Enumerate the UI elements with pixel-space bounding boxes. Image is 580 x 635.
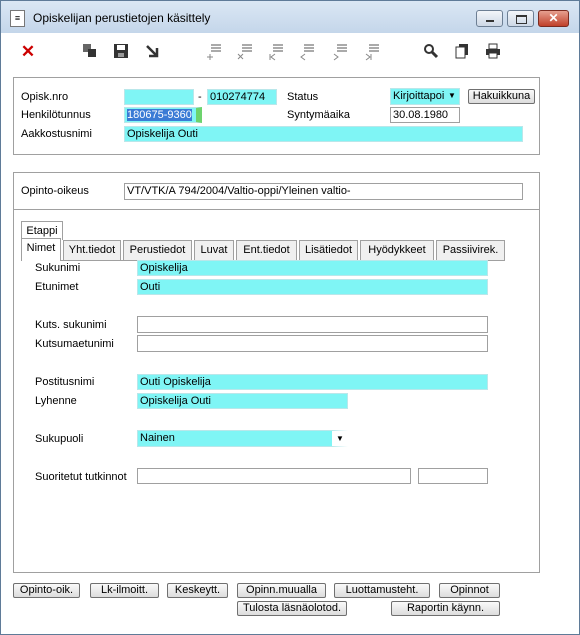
opisk-nro-dash: - — [198, 91, 202, 103]
aakkostusnimi-label: Aakkostusnimi — [21, 128, 92, 140]
save-icon[interactable] — [112, 43, 130, 61]
print-icon[interactable] — [484, 43, 502, 61]
tab-luvat[interactable]: Luvat — [194, 240, 234, 260]
sukupuoli-select[interactable]: Nainen — [137, 430, 348, 447]
suoritetut-tutkinnot-extra-field[interactable] — [418, 468, 488, 484]
title-bar: ≡ Opiskelijan perustietojen käsittely ✕ — [1, 1, 579, 33]
suoritetut-tutkinnot-field[interactable] — [137, 468, 411, 484]
kutsumaetunimi-label: Kutsumaetunimi — [35, 338, 114, 350]
tab-perustiedot[interactable]: Perustiedot — [123, 240, 192, 260]
etunimet-label: Etunimet — [35, 281, 79, 293]
window-title: Opiskelijan perustietojen käsittely — [33, 11, 211, 25]
henkilotunnus-value: 180675-9360 — [127, 109, 192, 121]
lk-ilmoitt-button[interactable]: Lk-ilmoitt. — [90, 583, 159, 598]
status-value: Kirjoittapoi — [393, 90, 445, 102]
previous-record-icon[interactable] — [298, 43, 316, 61]
opisk-nro-label: Opisk.nro — [21, 91, 69, 103]
next-record-icon[interactable] — [331, 43, 349, 61]
etunimet-field[interactable]: Outi — [137, 279, 488, 295]
close-icon: ✕ — [548, 11, 559, 25]
exit-icon[interactable] — [143, 43, 161, 61]
insert-row-icon[interactable] — [205, 43, 223, 61]
kutsumaetunimi-field[interactable] — [137, 335, 488, 352]
opinto-oikeus-field[interactable]: VT/VTK/A 794/2004/Valtio-oppi/Yleinen va… — [124, 183, 523, 200]
first-record-icon[interactable] — [267, 43, 285, 61]
sukupuoli-value: Nainen — [140, 432, 175, 444]
status-select[interactable]: Kirjoittapoi ▼ — [390, 88, 460, 105]
tab-yht-tiedot[interactable]: Yht.tiedot — [63, 240, 121, 260]
syntymaaika-field[interactable]: 30.08.1980 — [390, 107, 460, 123]
copy-record-icon[interactable] — [81, 43, 99, 61]
tab-hyodykkeet[interactable]: Hyödykkeet — [360, 240, 434, 260]
opinto-oikeus-label: Opinto-oikeus — [21, 185, 89, 197]
cancel-icon[interactable]: ✕ — [19, 43, 37, 61]
opinnot-button[interactable]: Opinnot — [439, 583, 500, 598]
opisk-nro-field[interactable] — [124, 89, 194, 105]
chevron-down-icon: ▼ — [448, 91, 456, 100]
opinn-muualla-button[interactable]: Opinn.muualla — [237, 583, 326, 598]
syntymaaika-label: Syntymäaika — [287, 109, 350, 121]
henkilotunnus-label: Henkilötunnus — [21, 109, 91, 121]
postitusnimi-label: Postitusnimi — [35, 376, 95, 388]
postitusnimi-field[interactable]: Outi Opiskelija — [137, 374, 488, 390]
maximize-button[interactable] — [507, 10, 534, 27]
document-copy-icon[interactable] — [453, 43, 471, 61]
tab-lisatiedot[interactable]: Lisätiedot — [299, 240, 358, 260]
suoritetut-tutkinnot-label: Suoritetut tutkinnot — [35, 471, 127, 483]
document-icon: ≡ — [10, 10, 25, 27]
sukunimi-field[interactable]: Opiskelija — [137, 260, 488, 276]
henkilotunnus-field[interactable]: 180675-9360 — [124, 107, 202, 123]
toolbar: ✕ — [1, 33, 579, 69]
opisk-nro-suffix-field[interactable]: 010274774 — [207, 89, 277, 105]
sukunimi-label: Sukunimi — [35, 262, 81, 274]
minimize-button[interactable] — [476, 10, 503, 27]
lyhenne-field[interactable]: Opiskelija Outi — [137, 393, 348, 409]
luottamusteht-button[interactable]: Luottamusteht. — [334, 583, 430, 598]
opinto-oik-button[interactable]: Opinto-oik. — [13, 583, 80, 598]
status-label: Status — [287, 91, 319, 103]
maximize-icon — [516, 15, 527, 24]
sukupuoli-label: Sukupuoli — [35, 433, 84, 445]
last-record-icon[interactable] — [363, 43, 381, 61]
lyhenne-label: Lyhenne — [35, 395, 77, 407]
tab-nimet[interactable]: Nimet — [21, 238, 61, 261]
hakuikkuna-button[interactable]: Hakuikkuna — [468, 89, 535, 104]
tulosta-lasnaolotod-button[interactable]: Tulosta läsnäolotod. — [237, 601, 347, 616]
tab-ent-tiedot[interactable]: Ent.tiedot — [236, 240, 297, 260]
chevron-down-icon[interactable]: ▼ — [333, 432, 347, 446]
kuts-sukunimi-field[interactable] — [137, 316, 488, 333]
minimize-icon — [486, 20, 494, 22]
search-icon[interactable] — [422, 43, 440, 61]
delete-row-icon[interactable] — [236, 43, 254, 61]
main-window: ≡ Opiskelijan perustietojen käsittely ✕ … — [0, 0, 580, 635]
raportin-kaynn-button[interactable]: Raportin käynn. — [391, 601, 500, 616]
close-window-button[interactable]: ✕ — [538, 10, 569, 27]
keskeytt-button[interactable]: Keskeytt. — [167, 583, 228, 598]
kuts-sukunimi-label: Kuts. sukunimi — [35, 319, 107, 331]
tab-passiivirek[interactable]: Passiivirek. — [436, 240, 505, 260]
aakkostusnimi-field[interactable]: Opiskelija Outi — [124, 126, 523, 142]
